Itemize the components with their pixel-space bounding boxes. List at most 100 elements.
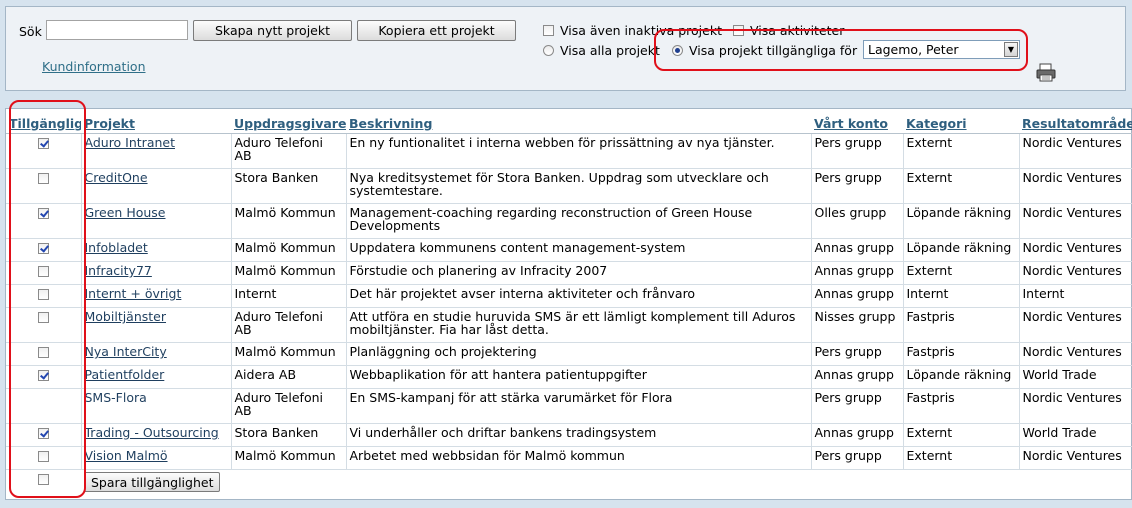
project-table: Tillgängligt Projekt Uppdragsgivare Besk… [6, 113, 1132, 493]
description-cell: Vi underhåller och driftar bankens tradi… [345, 423, 811, 447]
project-table-panel: Tillgängligt Projekt Uppdragsgivare Besk… [5, 100, 1132, 500]
account-cell: Pers grupp [810, 342, 903, 366]
description-cell: Webbaplikation för att hantera patientup… [345, 365, 811, 389]
category-cell: Löpande räkning [902, 365, 1019, 389]
project-link[interactable]: Mobiltjänster [85, 309, 167, 324]
category-cell: Internt [902, 284, 1019, 308]
category-cell: Löpande räkning [902, 238, 1019, 262]
client-cell: Aduro Telefoni AB [230, 133, 346, 169]
show-all-option[interactable]: Visa alla projekt [543, 43, 660, 58]
show-all-radio[interactable] [543, 45, 554, 56]
project-link[interactable]: Aduro Intranet [85, 135, 176, 150]
description-cell: Nya kreditsystemet för Stora Banken. Upp… [345, 168, 811, 204]
account-cell: Annas grupp [810, 261, 903, 285]
project-cell: Infobladet [80, 238, 231, 262]
category-cell: Externt [902, 446, 1019, 470]
table-row: Patientfolder Aidera AB Webbaplikation för… [6, 365, 1132, 389]
project-cell: Patientfolder [80, 365, 231, 389]
description-cell: Uppdatera kommunens content management-s… [345, 238, 811, 262]
result-area-cell: Nordic Ventures [1018, 238, 1132, 262]
description-cell: Arbetet med webbsidan för Malmö kommun [345, 446, 811, 470]
project-cell: Aduro Intranet [80, 133, 231, 169]
client-cell: Malmö Kommun [230, 238, 346, 262]
result-area-cell: Nordic Ventures [1018, 388, 1132, 424]
create-project-button[interactable]: Skapa nytt projekt [193, 20, 352, 41]
project-link[interactable]: CreditOne [85, 170, 148, 185]
table-row: Mobiltjänster Aduro Telefoni AB Att utföra… [6, 307, 1132, 343]
project-link[interactable]: Trading - Outsourcing [85, 425, 219, 440]
description-cell: Det här projektet avser interna aktivite… [345, 284, 811, 308]
category-cell: Löpande räkning [902, 203, 1019, 239]
table-footer-row: Spara tillgänglighet [6, 469, 1132, 493]
account-cell: Nisses grupp [810, 307, 903, 343]
category-cell: Externt [902, 423, 1019, 447]
table-row: Infobladet Malmö Kommun Uppdatera kommunen… [6, 238, 1132, 262]
account-cell: Annas grupp [810, 238, 903, 262]
category-cell: Fastpris [902, 342, 1019, 366]
header-project[interactable]: Projekt [81, 113, 231, 134]
header-category[interactable]: Kategori [903, 113, 1019, 134]
table-row: CreditOne Stora Banken Nya kreditsystemet … [6, 168, 1132, 204]
header-result-area[interactable]: Resultatområde [1019, 113, 1132, 134]
table-row: Green House Malmö Kommun Management-coachi… [6, 203, 1132, 239]
description-cell: En SMS-kampanj för att stärka varumärket… [345, 388, 811, 424]
result-area-cell: Nordic Ventures [1018, 203, 1132, 239]
account-cell: Pers grupp [810, 168, 903, 204]
save-availability-button[interactable]: Spara tillgänglighet [84, 472, 221, 492]
project-cell: Vision Malmö [80, 446, 231, 470]
result-area-cell: Nordic Ventures [1018, 342, 1132, 366]
project-link[interactable]: Infracity77 [85, 263, 152, 278]
project-link[interactable]: Patientfolder [85, 367, 165, 382]
client-cell: Aduro Telefoni AB [230, 388, 346, 424]
result-area-cell: Nordic Ventures [1018, 133, 1132, 169]
result-area-cell: Nordic Ventures [1018, 168, 1132, 204]
table-header-row: Tillgängligt Projekt Uppdragsgivare Besk… [6, 113, 1132, 134]
account-cell: Pers grupp [810, 446, 903, 470]
customer-info-link[interactable]: Kundinformation [42, 59, 146, 74]
search-input[interactable] [46, 20, 188, 40]
project-cell: Mobiltjänster [80, 307, 231, 343]
project-cell: Nya InterCity [80, 342, 231, 366]
project-link[interactable]: Nya InterCity [85, 344, 167, 359]
header-account[interactable]: Vårt konto [811, 113, 903, 134]
account-cell: Annas grupp [810, 423, 903, 447]
show-all-label: Visa alla projekt [560, 43, 660, 58]
category-cell: Externt [902, 133, 1019, 169]
client-cell: Internt [230, 284, 346, 308]
filter-panel: Sök Skapa nytt projekt Kopiera ett proje… [5, 6, 1126, 91]
project-cell: CreditOne [80, 168, 231, 204]
footer-action-cell: Spara tillgänglighet [81, 469, 1132, 493]
description-cell: Förstudie och planering av Infracity 200… [345, 261, 811, 285]
table-row: Infracity77 Malmö Kommun Förstudie och pla… [6, 261, 1132, 285]
account-cell: Annas grupp [810, 365, 903, 389]
project-cell: Infracity77 [80, 261, 231, 285]
client-cell: Malmö Kommun [230, 342, 346, 366]
client-cell: Malmö Kommun [230, 446, 346, 470]
header-client[interactable]: Uppdragsgivare [231, 113, 346, 134]
result-area-cell: Internt [1018, 284, 1132, 308]
table-row: Aduro Intranet Aduro Telefoni AB En ny fun… [6, 133, 1132, 169]
project-cell: Internt + övrigt [80, 284, 231, 308]
client-cell: Aduro Telefoni AB [230, 307, 346, 343]
account-cell: Pers grupp [810, 388, 903, 424]
show-inactive-checkbox[interactable] [543, 25, 554, 36]
project-link[interactable]: Internt + övrigt [85, 286, 182, 301]
project-link[interactable]: Green House [85, 205, 166, 220]
printer-icon[interactable] [1035, 63, 1057, 83]
highlight-box-user-filter [654, 29, 1028, 71]
search-label: Sök [19, 24, 42, 39]
result-area-cell: Nordic Ventures [1018, 307, 1132, 343]
project-link[interactable]: Infobladet [85, 240, 148, 255]
category-cell: Fastpris [902, 307, 1019, 343]
client-cell: Aidera AB [230, 365, 346, 389]
header-description[interactable]: Beskrivning [346, 113, 811, 134]
result-area-cell: Nordic Ventures [1018, 446, 1132, 470]
highlight-box-available-column [9, 100, 86, 498]
result-area-cell: World Trade [1018, 423, 1132, 447]
description-cell: Planläggning och projektering [345, 342, 811, 366]
project-link[interactable]: Vision Malmö [85, 448, 168, 463]
copy-project-button[interactable]: Kopiera ett projekt [357, 20, 516, 41]
account-cell: Pers grupp [810, 133, 903, 169]
project-cell: SMS-Flora [80, 388, 231, 424]
table-row: Nya InterCity Malmö Kommun Planläggning oc… [6, 342, 1132, 366]
